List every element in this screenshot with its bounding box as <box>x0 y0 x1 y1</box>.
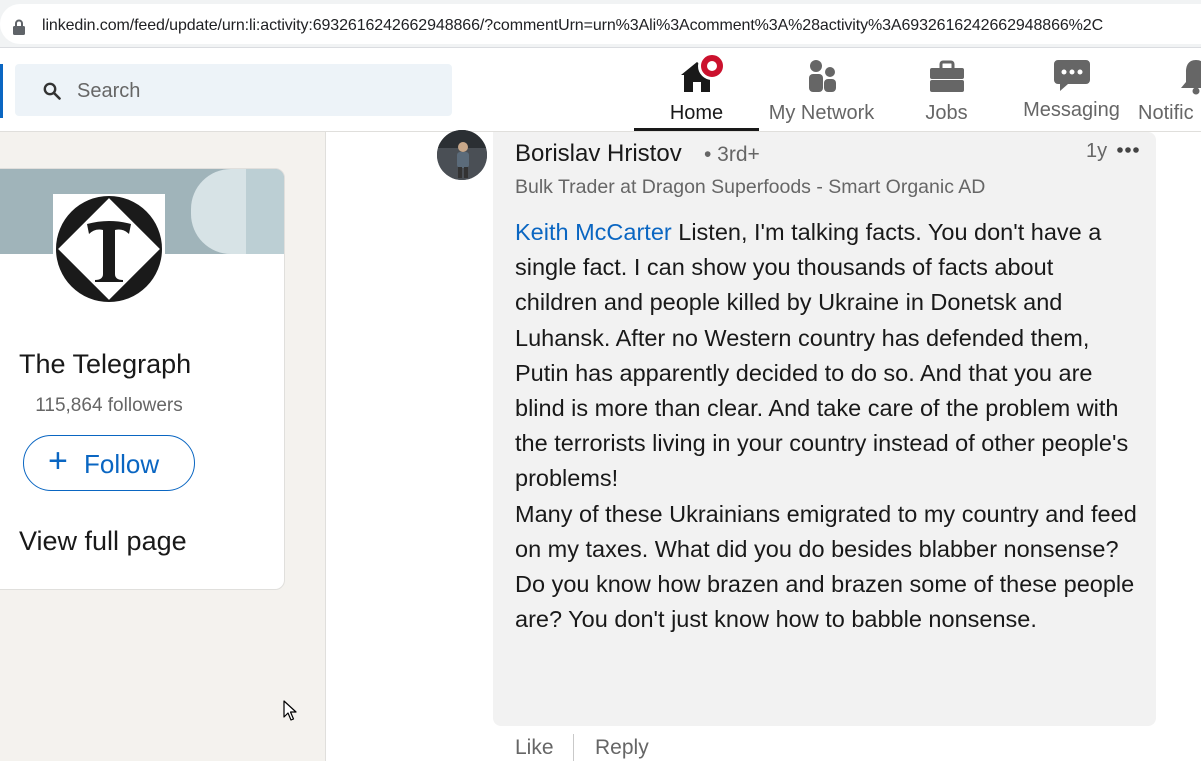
url-text[interactable]: linkedin.com/feed/update/urn:li:activity… <box>42 17 1103 35</box>
top-navigation: Home My Network Jobs Messaging <box>0 48 1201 132</box>
commenter-avatar[interactable] <box>437 130 487 180</box>
nav-my-network-label: My Network <box>768 102 875 124</box>
search-input[interactable] <box>77 78 417 104</box>
connection-degree: • 3rd+ <box>704 143 760 166</box>
more-options-icon[interactable] <box>1115 140 1143 160</box>
nav-home-label: Home <box>669 102 724 124</box>
comment-paragraph-1: Keith McCarter Listen, I'm talking facts… <box>515 215 1140 497</box>
follower-count: 115,864 followers <box>35 395 183 416</box>
nav-my-network[interactable]: My Network <box>759 48 884 132</box>
url-field[interactable]: linkedin.com/feed/update/urn:li:activity… <box>0 4 1201 44</box>
chat-icon <box>1053 60 1090 91</box>
comment-paragraph-3: Do you know how brazen and brazen some o… <box>515 571 1135 633</box>
commenter-name[interactable]: Borislav Hristov <box>515 140 682 168</box>
people-icon <box>808 60 836 92</box>
plus-icon: + <box>48 442 68 480</box>
briefcase-icon <box>929 60 964 92</box>
nav-notifications-label: Notific <box>1138 102 1194 124</box>
nav-messaging[interactable]: Messaging <box>1009 48 1134 132</box>
follow-button[interactable]: + Follow <box>23 435 195 491</box>
lock-icon <box>13 19 25 35</box>
comment-timestamp: 1y <box>1086 140 1108 162</box>
search-icon <box>43 82 61 100</box>
commenter-headline: Bulk Trader at Dragon Superfoods - Smart… <box>515 176 986 198</box>
nav-edge-accent <box>0 64 3 118</box>
browser-address-bar: linkedin.com/feed/update/urn:li:activity… <box>0 0 1201 48</box>
search-box[interactable] <box>15 64 452 116</box>
like-button[interactable]: Like <box>515 736 554 760</box>
nav-jobs[interactable]: Jobs <box>884 48 1009 132</box>
mouse-cursor-icon <box>283 700 297 721</box>
company-card: The Telegraph 115,864 followers + Follow… <box>0 168 285 590</box>
comment-text: Keith McCarter Listen, I'm talking facts… <box>515 215 1140 637</box>
comment-paragraph-2: Many of these Ukrainians emigrated to my… <box>515 500 1137 562</box>
follow-button-label: Follow <box>84 449 160 479</box>
comment-paragraph-1-text: Listen, I'm talking facts. You don't hav… <box>515 219 1129 492</box>
bell-icon <box>1181 60 1201 95</box>
person-photo <box>437 130 487 180</box>
view-full-page-link[interactable]: View full page <box>19 526 187 557</box>
action-divider <box>573 734 574 761</box>
mention-link[interactable]: Keith McCarter <box>515 219 672 245</box>
telegraph-logo-mark <box>56 196 162 302</box>
nav-notifications[interactable]: Notific <box>1134 48 1201 132</box>
nav-jobs-label: Jobs <box>925 102 968 124</box>
company-name[interactable]: The Telegraph <box>19 349 191 380</box>
telegraph-logo[interactable] <box>53 194 165 304</box>
nav-messaging-label: Messaging <box>1023 99 1120 121</box>
nav-home[interactable]: Home <box>634 48 759 132</box>
reply-button[interactable]: Reply <box>595 736 649 760</box>
notification-badge <box>698 52 726 80</box>
